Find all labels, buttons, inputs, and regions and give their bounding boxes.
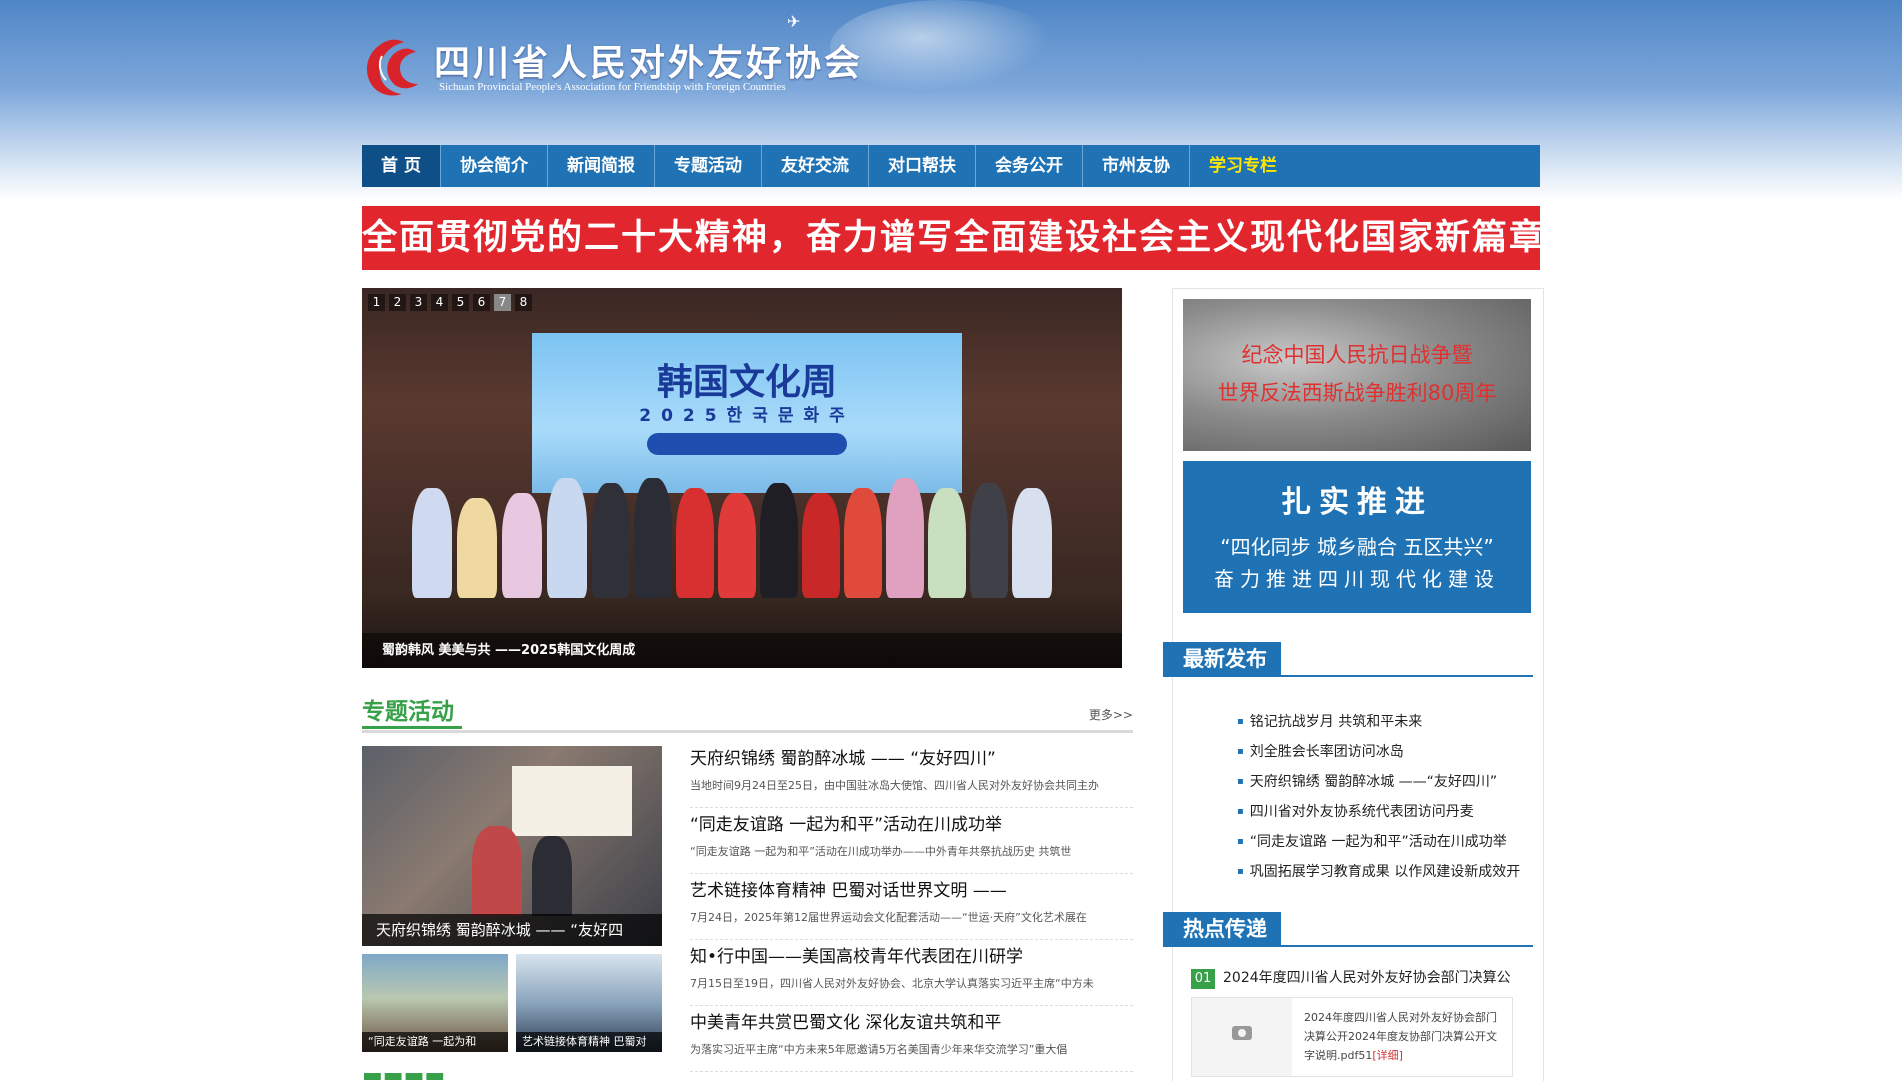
nav-assistance[interactable]: 对口帮扶: [869, 145, 976, 187]
nav-news[interactable]: 新闻简报: [548, 145, 655, 187]
topic-thumb-1[interactable]: “同走友谊路 一起为和: [362, 954, 508, 1052]
news-title[interactable]: “同走友谊路 一起为和平”活动在川成功举: [690, 810, 1133, 835]
modernization-ad-line2: 奋力推进四川现代化建设: [1214, 567, 1500, 591]
screen-title: 韩国文化周: [656, 362, 837, 403]
topic-thumb-caption-2[interactable]: 艺术链接体育精神 巴蜀对: [516, 1032, 662, 1052]
list-item[interactable]: 中美青年共赏巴蜀文化 深化友谊共筑和平 为落实习近平主席“中方未来5年愿邀请5万…: [690, 1006, 1133, 1072]
slider-page-7[interactable]: 7: [494, 294, 511, 311]
list-item[interactable]: 知•行中国——美国高校青年代表团在川研学 7月15日至19日，四川省人民对外友好…: [690, 940, 1133, 1006]
slider-page-2[interactable]: 2: [389, 294, 406, 311]
topic-thumb-2[interactable]: 艺术链接体育精神 巴蜀对: [516, 954, 662, 1052]
nav-about[interactable]: 协会简介: [441, 145, 548, 187]
nav-affairs[interactable]: 会务公开: [976, 145, 1083, 187]
hot-item-desc: 2024年度四川省人民对外友好协会部门决算公开2024年度友协部门决算公开文字说…: [1304, 1008, 1504, 1065]
dove-icon: ✈: [787, 12, 801, 31]
hot-item-more-link[interactable]: [详细]: [1372, 1049, 1403, 1062]
topic-underline: [362, 726, 462, 729]
right-sidebar: 纪念中国人民抗日战争暨 世界反法西斯战争胜利80周年 扎实推进 “四化同步 城乡…: [1163, 288, 1544, 1081]
nav-topics[interactable]: 专题活动: [655, 145, 762, 187]
hot-item-title[interactable]: 2024年度四川省人民对外友好协会部门决算公: [1223, 970, 1511, 986]
nav-city-associations[interactable]: 市州友协: [1083, 145, 1190, 187]
nav-study[interactable]: 学习专栏: [1190, 145, 1296, 187]
slider-page-8[interactable]: 8: [515, 294, 532, 311]
hot-section-rule: [1163, 945, 1533, 947]
camera-icon: [1232, 1026, 1252, 1040]
list-item[interactable]: 天府织锦绣 蜀韵醉冰城 —— “友好四川” 当地时间9月24日至25日，由中国驻…: [690, 742, 1133, 808]
list-item[interactable]: “同走友谊路 一起为和平”活动在川成功举 “同走友谊路 一起为和平”活动在川成功…: [690, 808, 1133, 874]
hot-item[interactable]: 01 2024年度四川省人民对外友好协会部门决算公: [1191, 967, 1531, 989]
topic-section-header: 专题活动 更多>>: [362, 690, 1133, 733]
hot-item-number: 01: [1191, 969, 1215, 989]
slider-page-3[interactable]: 3: [410, 294, 427, 311]
anniversary-ad-line1: 纪念中国人民抗日战争暨: [1241, 343, 1473, 367]
slider-pager: 1 2 3 4 5 6 7 8: [368, 294, 532, 311]
performers-group: [402, 448, 1082, 608]
main-nav: 首 页 协会简介 新闻简报 专题活动 友好交流 对口帮扶 会务公开 市州友协 学…: [362, 145, 1540, 187]
modernization-ad[interactable]: 扎实推进 “四化同步 城乡融合 五区共兴” 奋力推进四川现代化建设: [1183, 461, 1531, 613]
slider-page-1[interactable]: 1: [368, 294, 385, 311]
topic-thumb-caption-1[interactable]: “同走友谊路 一起为和: [362, 1032, 508, 1052]
modernization-ad-title: 扎实推进: [1281, 485, 1433, 520]
modernization-ad-line1: “四化同步 城乡融合 五区共兴”: [1220, 535, 1494, 559]
news-title[interactable]: 天府织锦绣 蜀韵醉冰城 —— “友好四川”: [690, 744, 1133, 769]
topic-more-link[interactable]: 更多>>: [1089, 706, 1133, 723]
latest-item[interactable]: “同走友谊路 一起为和平”活动在川成功举: [1237, 827, 1567, 857]
news-summary: 当地时间9月24日至25日，由中国驻冰岛大使馆、四川省人民对外友好协会共同主办: [690, 779, 1099, 792]
slide-caption[interactable]: 蜀韵韩风 美美与共 ——2025韩国文化周成: [362, 633, 1122, 668]
latest-section-rule: [1163, 675, 1533, 677]
latest-item[interactable]: 巩固拓展学习教育成果 以作风建设新成效开: [1237, 857, 1567, 887]
topic-feature-image[interactable]: 天府织锦绣 蜀韵醉冰城 —— “友好四: [362, 746, 662, 946]
hot-item-detail: 2024年度四川省人民对外友好协会部门决算公开2024年度友协部门决算公开文字说…: [1191, 997, 1513, 1077]
poster-decoration: [512, 766, 632, 836]
world-map-decoration: [830, 0, 1060, 95]
hot-item-thumbnail[interactable]: [1192, 998, 1292, 1076]
news-title[interactable]: 中美青年共赏巴蜀文化 深化友谊共筑和平: [690, 1008, 1133, 1033]
news-title[interactable]: 艺术链接体育精神 巴蜀对话世界文明 ——: [690, 876, 1133, 901]
slogan-banner[interactable]: 全面贯彻党的二十大精神，奋力谱写全面建设社会主义现代化国家新篇章: [362, 206, 1540, 270]
latest-item[interactable]: 四川省对外友协系统代表团访问丹麦: [1237, 797, 1567, 827]
logo-icon[interactable]: [360, 36, 422, 100]
news-summary: 为落实习近平主席“中方未来5年愿邀请5万名美国青少年来华交流学习”重大倡: [690, 1043, 1068, 1056]
slider-page-6[interactable]: 6: [473, 294, 490, 311]
latest-item[interactable]: 铭记抗战岁月 共筑和平未来: [1237, 707, 1567, 737]
person-figure: [472, 826, 522, 916]
latest-item[interactable]: 天府织锦绣 蜀韵醉冰城 ——“友好四川”: [1237, 767, 1567, 797]
org-name: 四川省人民对外友好协会: [434, 42, 864, 84]
person-figure: [532, 836, 572, 916]
list-item[interactable]: 艺术链接体育精神 巴蜀对话世界文明 —— 7月24日，2025年第12届世界运动…: [690, 874, 1133, 940]
image-slider[interactable]: 韩国文化周 2025한국문화주 1 2 3 4 5 6 7 8 蜀韵韩风 美美与…: [362, 288, 1122, 668]
news-title[interactable]: 知•行中国——美国高校青年代表团在川研学: [690, 942, 1133, 967]
nav-home[interactable]: 首 页: [362, 145, 441, 187]
nav-exchange[interactable]: 友好交流: [762, 145, 869, 187]
hot-section-title[interactable]: 热点传递: [1163, 912, 1281, 946]
latest-section-title[interactable]: 最新发布: [1163, 642, 1281, 676]
next-section-title-partial: ■■■■: [362, 1068, 452, 1080]
anniversary-ad[interactable]: 纪念中国人民抗日战争暨 世界反法西斯战争胜利80周年: [1183, 299, 1531, 451]
anniversary-ad-line2: 世界反法西斯战争胜利80周年: [1217, 381, 1497, 405]
org-name-english: Sichuan Provincial People's Association …: [439, 81, 786, 93]
screen-subtitle: 2025한국문화주: [639, 406, 855, 426]
latest-list: 铭记抗战岁月 共筑和平未来 刘全胜会长率团访问冰岛 天府织锦绣 蜀韵醉冰城 ——…: [1197, 707, 1567, 887]
slider-page-4[interactable]: 4: [431, 294, 448, 311]
news-summary: 7月24日，2025年第12届世界运动会文化配套活动——“世运·天府”文化艺术展…: [690, 911, 1087, 924]
topic-section-title[interactable]: 专题活动: [362, 692, 454, 726]
news-summary: “同走友谊路 一起为和平”活动在川成功举办——中外青年共祭抗战历史 共筑世: [690, 845, 1072, 858]
topic-news-list: 天府织锦绣 蜀韵醉冰城 —— “友好四川” 当地时间9月24日至25日，由中国驻…: [690, 742, 1133, 1072]
slider-page-5[interactable]: 5: [452, 294, 469, 311]
news-summary: 7月15日至19日，四川省人民对外友好协会、北京大学认真落实习近平主席“中方未: [690, 977, 1094, 990]
topic-feature-caption[interactable]: 天府织锦绣 蜀韵醉冰城 —— “友好四: [362, 914, 662, 946]
latest-item[interactable]: 刘全胜会长率团访问冰岛: [1237, 737, 1567, 767]
